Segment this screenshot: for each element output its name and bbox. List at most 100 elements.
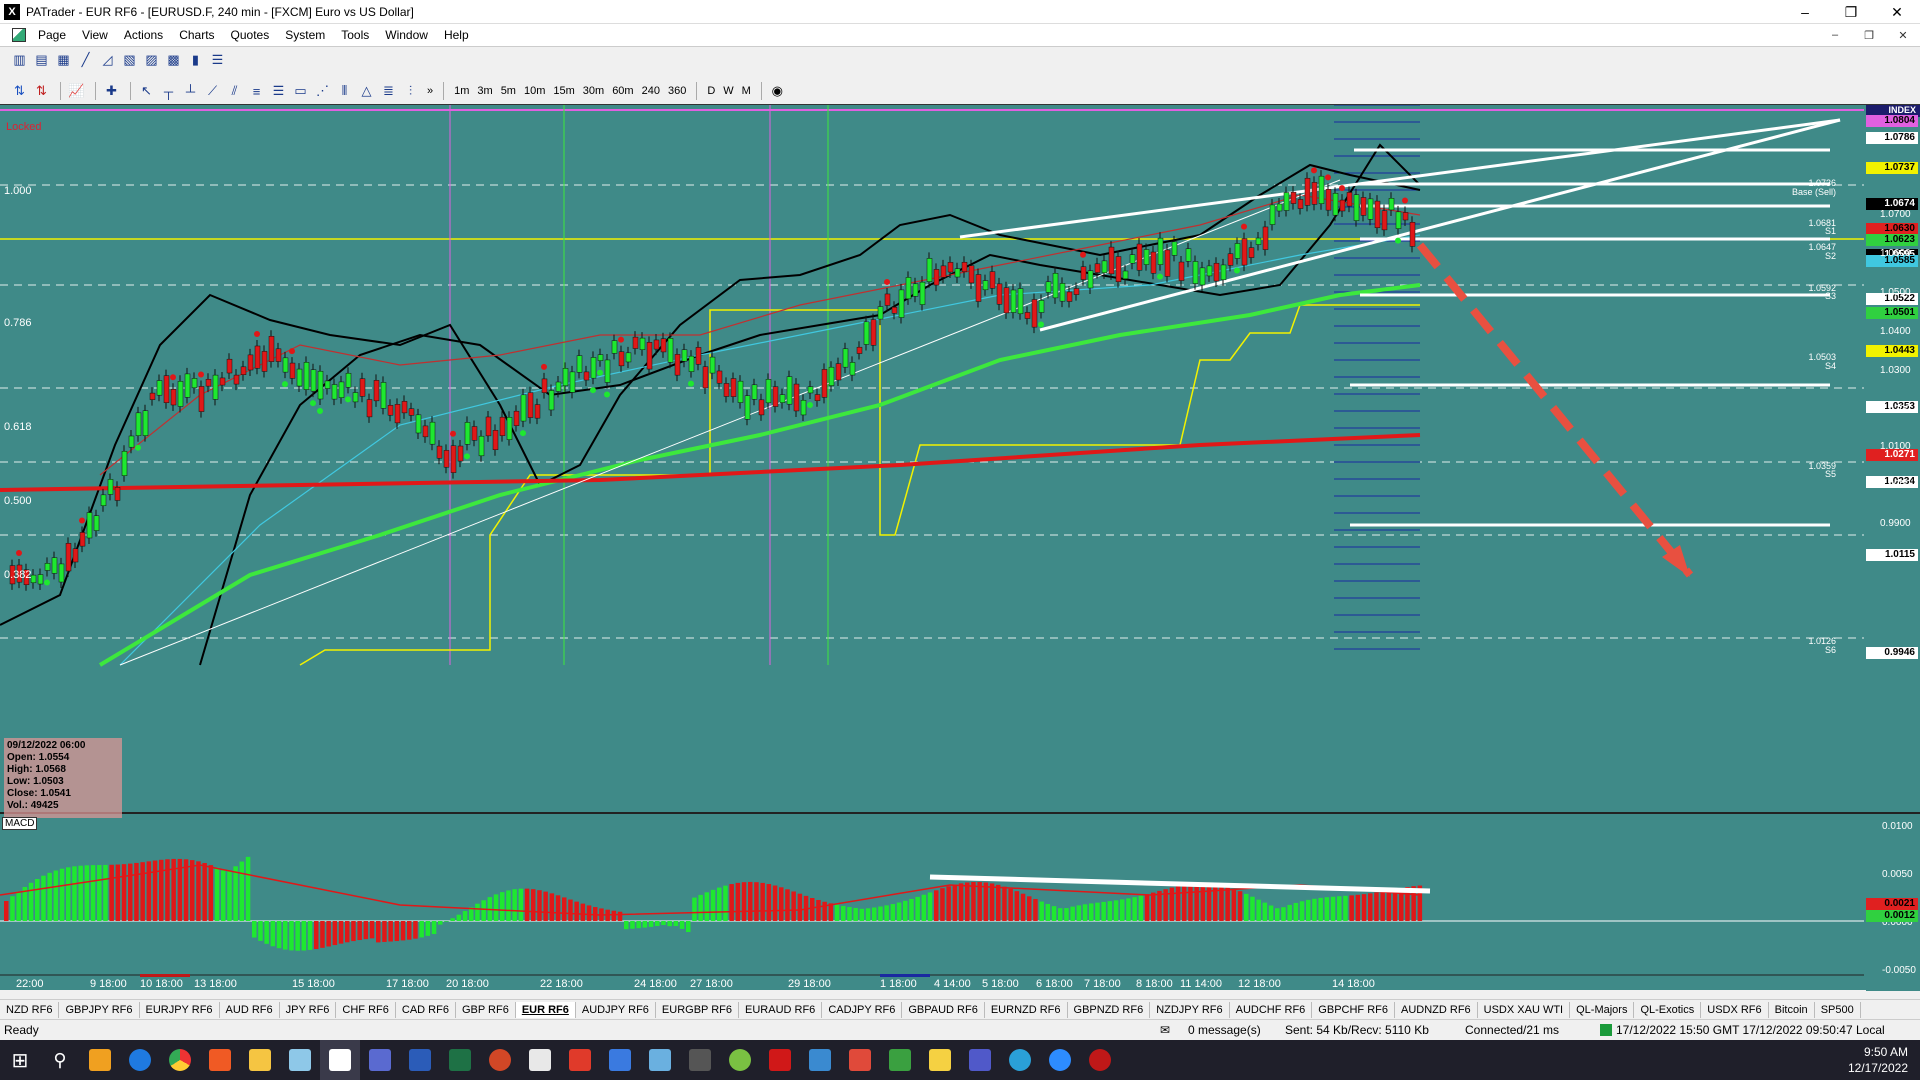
histogram-icon[interactable]: ☰ <box>208 51 227 69</box>
taskbar-app[interactable] <box>200 1040 240 1080</box>
symbol-tab[interactable]: GBPCHF RF6 <box>1312 1001 1395 1018</box>
close-button[interactable]: ✕ <box>1874 0 1920 24</box>
sell-arrow-icon[interactable]: ⇅ <box>32 82 51 100</box>
timeframe-1m[interactable]: 1m <box>450 82 473 100</box>
trendline-icon[interactable]: ⟋ <box>203 82 222 100</box>
menu-actions[interactable]: Actions <box>116 28 171 42</box>
symbol-tab[interactable]: JPY RF6 <box>280 1001 337 1018</box>
buy-arrow-icon[interactable]: ⇅ <box>10 82 29 100</box>
triangle-icon[interactable]: △ <box>357 82 376 100</box>
more-tools-button[interactable]: » <box>423 82 437 100</box>
ohlc-chart-icon[interactable]: ▦ <box>54 51 73 69</box>
taskbar-app[interactable] <box>720 1040 760 1080</box>
menu-window[interactable]: Window <box>377 28 436 42</box>
start-button[interactable]: ⊞ <box>0 1040 40 1080</box>
fib-fan-icon[interactable]: ☰ <box>269 82 288 100</box>
period-monthly[interactable]: M <box>738 82 755 100</box>
vertical-line-icon[interactable]: ┴ <box>181 82 200 100</box>
renko-chart-icon[interactable]: ▧ <box>120 51 139 69</box>
kagi-chart-icon[interactable]: ▨ <box>142 51 161 69</box>
mdi-close-button[interactable]: ✕ <box>1890 27 1916 43</box>
taskbar-app[interactable] <box>80 1040 120 1080</box>
channel-icon[interactable]: ⫽ <box>225 82 244 100</box>
chart-area[interactable]: Locked INDEX 1.000 0.786 0.618 0.500 0.3… <box>0 104 1920 991</box>
symbol-tab[interactable]: CHF RF6 <box>336 1001 396 1018</box>
taskbar-app[interactable] <box>960 1040 1000 1080</box>
page-icon[interactable] <box>12 28 26 42</box>
timeframe-30m[interactable]: 30m <box>579 82 608 100</box>
candle-chart-icon[interactable]: ▤ <box>32 51 51 69</box>
symbol-tab[interactable]: CADJPY RF6 <box>822 1001 903 1018</box>
mail-icon[interactable]: ✉ <box>1160 1023 1170 1037</box>
minimize-button[interactable]: – <box>1782 0 1828 24</box>
taskbar-app[interactable] <box>1000 1040 1040 1080</box>
timeframe-240[interactable]: 240 <box>638 82 664 100</box>
symbol-tab[interactable]: CAD RF6 <box>396 1001 456 1018</box>
line-chart-icon[interactable]: ╱ <box>76 51 95 69</box>
taskbar-app[interactable] <box>400 1040 440 1080</box>
taskbar-app[interactable] <box>160 1040 200 1080</box>
symbol-tab[interactable]: SP500 <box>1815 1001 1861 1018</box>
horizontal-line-icon[interactable]: ┬ <box>159 82 178 100</box>
menu-tools[interactable]: Tools <box>333 28 377 42</box>
taskbar-app[interactable] <box>280 1040 320 1080</box>
volume-chart-icon[interactable]: ▮ <box>186 51 205 69</box>
period-daily[interactable]: D <box>703 82 719 100</box>
symbol-tab[interactable]: AUDJPY RF6 <box>576 1001 656 1018</box>
timeframe-10m[interactable]: 10m <box>520 82 549 100</box>
taskbar-app[interactable] <box>560 1040 600 1080</box>
taskbar-app[interactable] <box>920 1040 960 1080</box>
menu-quotes[interactable]: Quotes <box>223 28 278 42</box>
menu-page[interactable]: Page <box>30 28 74 42</box>
search-button[interactable]: ⚲ <box>40 1040 80 1080</box>
taskbar-app[interactable] <box>360 1040 400 1080</box>
symbol-tab[interactable]: USDX XAU WTI <box>1478 1001 1571 1018</box>
taskbar-app[interactable] <box>600 1040 640 1080</box>
symbol-tab[interactable]: GBPJPY RF6 <box>59 1001 140 1018</box>
crosshair-icon[interactable]: ✚ <box>102 82 121 100</box>
symbol-tab[interactable]: AUDCHF RF6 <box>1230 1001 1313 1018</box>
symbol-tab[interactable]: AUD RF6 <box>220 1001 280 1018</box>
rectangle-icon[interactable]: ▭ <box>291 82 310 100</box>
taskbar-app[interactable] <box>240 1040 280 1080</box>
taskbar-app[interactable] <box>520 1040 560 1080</box>
taskbar-app[interactable] <box>640 1040 680 1080</box>
symbol-tab[interactable]: USDX RF6 <box>1701 1001 1769 1018</box>
point-figure-icon[interactable]: ▩ <box>164 51 183 69</box>
symbol-tab[interactable]: NZD RF6 <box>0 1001 60 1018</box>
menu-help[interactable]: Help <box>436 28 477 42</box>
taskbar-app[interactable] <box>840 1040 880 1080</box>
timeframe-360[interactable]: 360 <box>664 82 690 100</box>
mdi-restore-button[interactable]: ❐ <box>1856 27 1882 43</box>
symbol-tab[interactable]: QL-Exotics <box>1634 1001 1702 1018</box>
symbol-tab[interactable]: NZDJPY RF6 <box>1150 1001 1230 1018</box>
symbol-tab[interactable]: GBPNZD RF6 <box>1068 1001 1151 1018</box>
symbol-tab[interactable]: GBP RF6 <box>456 1001 516 1018</box>
settings-circle-icon[interactable]: ◉ <box>768 82 787 100</box>
area-chart-icon[interactable]: ◿ <box>98 51 117 69</box>
fibonacci-icon[interactable]: ≡ <box>247 82 266 100</box>
period-weekly[interactable]: W <box>719 82 737 100</box>
symbol-tab[interactable]: EURNZD RF6 <box>985 1001 1068 1018</box>
gann-icon[interactable]: ⋰ <box>313 82 332 100</box>
restore-button[interactable]: ❐ <box>1828 0 1874 24</box>
menu-system[interactable]: System <box>277 28 333 42</box>
taskbar-clock[interactable]: 9:50 AM 12/17/2022 <box>1848 1044 1908 1076</box>
mdi-minimize-button[interactable]: – <box>1822 27 1848 43</box>
symbol-tab[interactable]: GBPAUD RF6 <box>902 1001 985 1018</box>
taskbar-app[interactable] <box>120 1040 160 1080</box>
timeframe-60m[interactable]: 60m <box>608 82 637 100</box>
indicator-icon[interactable]: 📈 <box>67 82 86 100</box>
taskbar-app[interactable] <box>1040 1040 1080 1080</box>
pitchfork-icon[interactable]: ⫶ <box>401 82 420 100</box>
taskbar-app[interactable] <box>480 1040 520 1080</box>
taskbar-app[interactable] <box>1080 1040 1120 1080</box>
taskbar-app[interactable] <box>760 1040 800 1080</box>
taskbar-app[interactable] <box>680 1040 720 1080</box>
menu-charts[interactable]: Charts <box>171 28 222 42</box>
taskbar-app[interactable] <box>880 1040 920 1080</box>
pointer-icon[interactable]: ↖ <box>137 82 156 100</box>
symbol-tab[interactable]: Bitcoin <box>1769 1001 1815 1018</box>
timeframe-3m[interactable]: 3m <box>473 82 496 100</box>
symbol-tab[interactable]: AUDNZD RF6 <box>1395 1001 1478 1018</box>
